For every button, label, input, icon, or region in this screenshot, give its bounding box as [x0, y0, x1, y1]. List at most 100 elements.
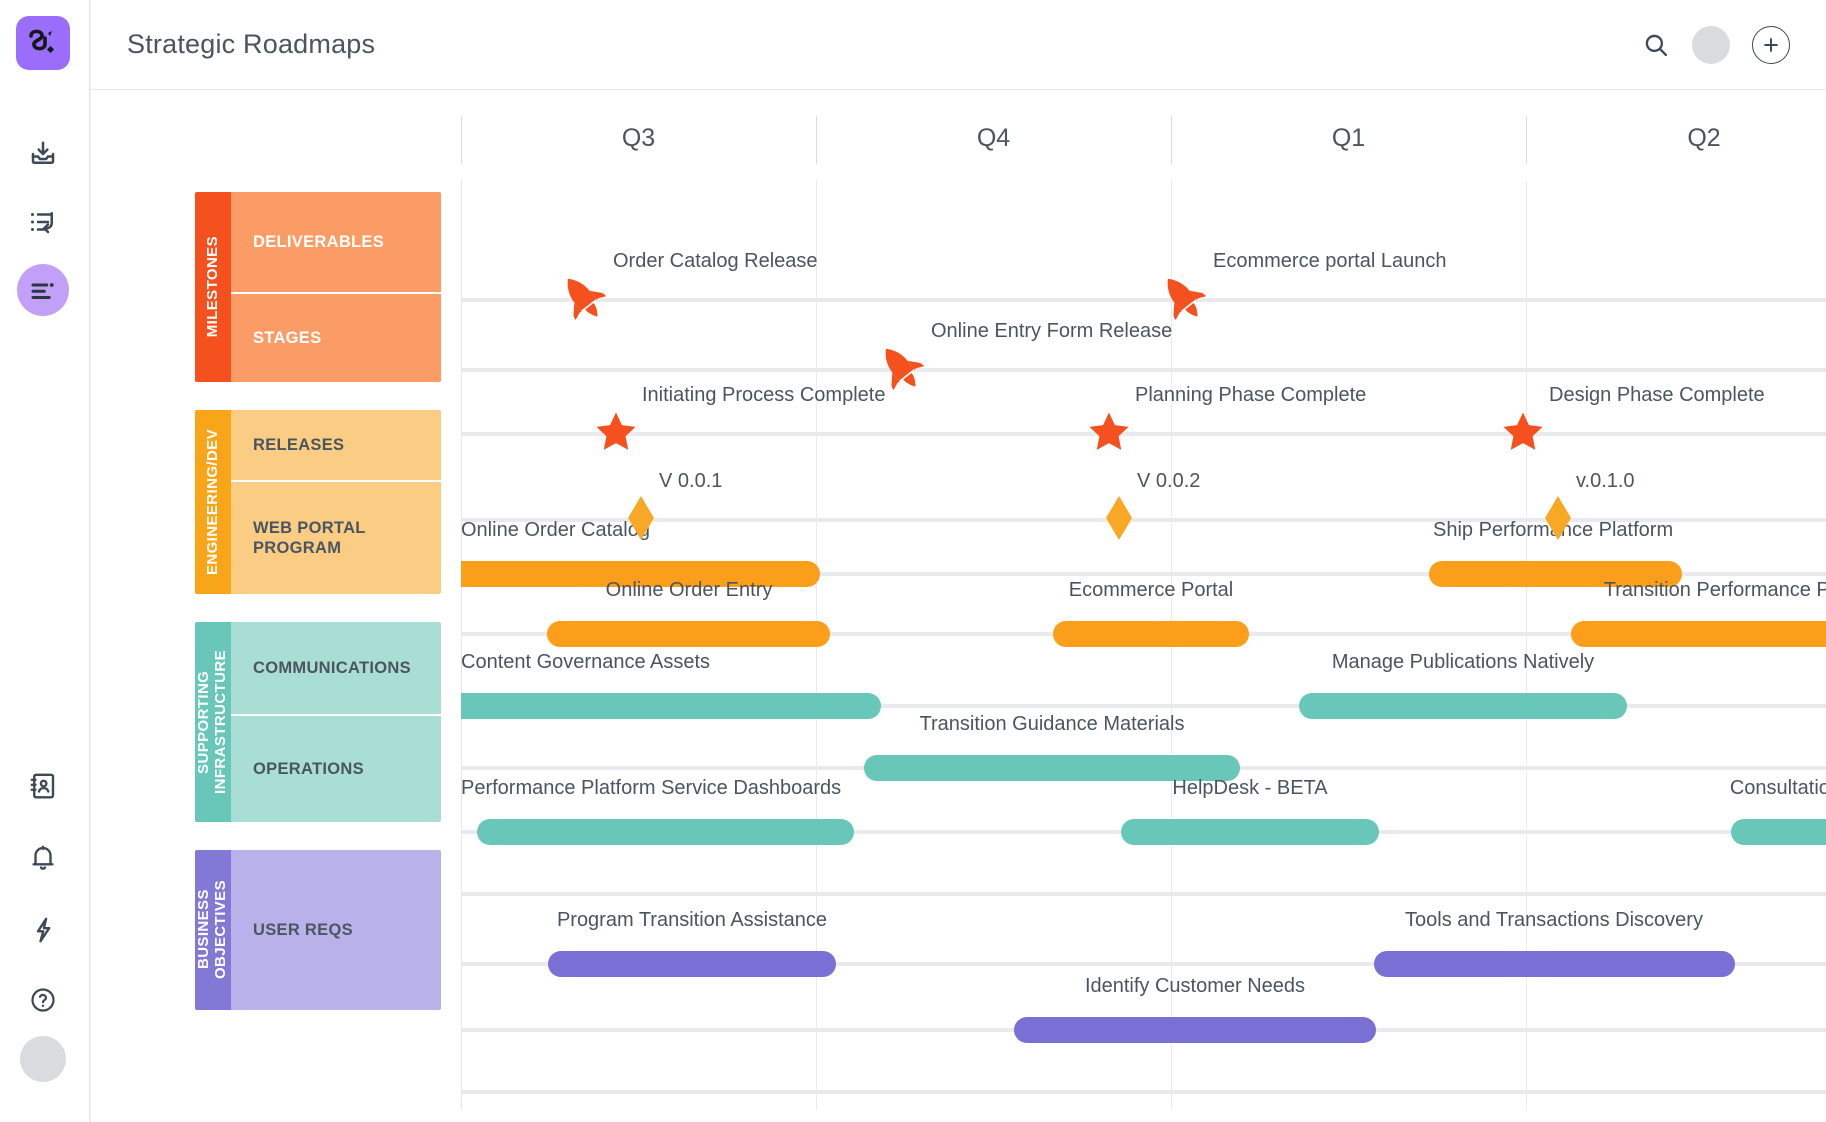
app-root: Strategic Roadmaps Q3Q4Q1Q2 MILESTONESDE… — [0, 0, 1826, 1122]
rail-avatar[interactable] — [20, 1036, 66, 1082]
quarter-label-q3[interactable]: Q3 — [461, 112, 816, 164]
category-group-label: SUPPORTING INFRASTRUCTURE — [196, 650, 230, 794]
category-group-label: BUSINESS OBJECTIVES — [196, 880, 230, 979]
category-group[interactable]: MILESTONES DELIVERABLES STAGES — [195, 192, 441, 382]
category-row[interactable]: STAGES — [231, 292, 441, 382]
category-group[interactable]: BUSINESS OBJECTIVES USER REQS — [195, 850, 441, 1010]
diamond-icon — [628, 496, 654, 540]
lightning-bolt-icon — [28, 915, 58, 945]
star-icon — [1086, 409, 1132, 455]
rail-item-notifications[interactable] — [17, 832, 69, 884]
roadmap-bar-label: Manage Publications Natively — [1332, 651, 1594, 674]
timeline-lanes: Online Order CatalogShip Performance Pla… — [461, 180, 1826, 1110]
quarter-label-q4[interactable]: Q4 — [816, 112, 1171, 164]
roadmap-bar-label: Online Order Catalog — [461, 519, 650, 542]
category-row-label: USER REQS — [253, 920, 353, 940]
roadmap-bar[interactable] — [1571, 621, 1826, 647]
roadmap-bar-label: Performance Platform Service Dashboards — [461, 777, 841, 800]
rail-item-roadmaps[interactable] — [17, 264, 69, 316]
roadmap-bar-label: Identify Customer Needs — [1085, 975, 1305, 998]
rocket-icon — [555, 270, 611, 326]
diamond-icon — [1545, 496, 1571, 540]
roadmap-bar-label: Transition Guidance Materials — [920, 713, 1185, 736]
milestone-label: V 0.0.2 — [1137, 470, 1200, 493]
rail-item-automations[interactable] — [17, 904, 69, 956]
category-rows: COMMUNICATIONS OPERATIONS — [231, 622, 441, 822]
roadmap-bar[interactable] — [1374, 951, 1735, 977]
category-group[interactable]: SUPPORTING INFRASTRUCTURE COMMUNICATIONS O… — [195, 622, 441, 822]
category-row[interactable]: WEB PORTAL PROGRAM — [231, 480, 441, 594]
deliverables-lane-1 — [461, 298, 1826, 302]
milestone-marker-diamond[interactable] — [1106, 496, 1132, 540]
app-logo[interactable] — [16, 16, 70, 70]
contacts-book-icon — [28, 771, 58, 801]
milestone-marker-rocket[interactable] — [1155, 270, 1211, 326]
milestone-marker-star[interactable] — [593, 409, 639, 455]
milestone-label: Initiating Process Complete — [642, 384, 885, 407]
roadmap-bar[interactable] — [1121, 819, 1379, 845]
main-panel: Strategic Roadmaps Q3Q4Q1Q2 MILESTONESDE… — [90, 0, 1826, 1122]
category-group[interactable]: ENGINEERING/DEV RELEASES WEB PORTAL PROGRA… — [195, 410, 441, 594]
roadmap-bar-label: Consultation Sup — [1730, 777, 1826, 800]
deliverables-lane-2 — [461, 368, 1826, 372]
search-button[interactable] — [1642, 31, 1670, 59]
roadmap-bar[interactable] — [548, 951, 836, 977]
category-row-label: COMMUNICATIONS — [253, 658, 411, 678]
roadmap-bar-label: Ecommerce Portal — [1069, 579, 1234, 602]
milestone-label: Design Phase Complete — [1549, 384, 1765, 407]
category-group-label: MILESTONES — [205, 236, 222, 337]
roadmap-bar[interactable] — [1299, 693, 1627, 719]
inbox-download-icon — [28, 139, 58, 169]
roadmap-bar-label: Content Governance Assets — [461, 651, 710, 674]
category-row[interactable]: RELEASES — [231, 410, 441, 480]
category-row-label: STAGES — [253, 328, 321, 348]
milestone-label: Order Catalog Release — [613, 250, 818, 273]
category-row-label: OPERATIONS — [253, 759, 364, 779]
roadmap-bar[interactable] — [1731, 819, 1826, 845]
category-row-label: RELEASES — [253, 435, 344, 455]
roadmap-bar[interactable] — [477, 819, 854, 845]
add-button[interactable] — [1752, 26, 1790, 64]
star-icon — [593, 409, 639, 455]
quarter-label-q2[interactable]: Q2 — [1526, 112, 1826, 164]
milestone-label: Ecommerce portal Launch — [1213, 250, 1446, 273]
roadmap-board: Q3Q4Q1Q2 MILESTONES DELIVERABLES STAGES ENG… — [91, 90, 1826, 1122]
rail-item-inbox[interactable] — [17, 128, 69, 180]
category-group-label: ENGINEERING/DEV — [205, 429, 222, 575]
timeline-gridline — [461, 180, 462, 1110]
category-rows: USER REQS — [231, 850, 441, 1010]
roadmap-bar-label: HelpDesk - BETA — [1172, 777, 1327, 800]
milestone-marker-diamond[interactable] — [1545, 496, 1571, 540]
milestone-marker-diamond[interactable] — [628, 496, 654, 540]
category-row[interactable]: DELIVERABLES — [231, 192, 441, 292]
roadmap-bar[interactable] — [547, 621, 830, 647]
milestone-marker-rocket[interactable] — [555, 270, 611, 326]
quarter-label-q1[interactable]: Q1 — [1171, 112, 1526, 164]
bell-icon — [28, 843, 58, 873]
list-reorder-icon — [28, 207, 58, 237]
diamond-icon — [1106, 496, 1132, 540]
rail-item-help[interactable] — [17, 974, 69, 1026]
roadmap-bar[interactable] — [1014, 1017, 1376, 1043]
userreqs-lane-3 — [461, 1090, 1826, 1094]
squiggle-logo-icon — [26, 26, 60, 60]
roadmap-bar[interactable] — [461, 693, 881, 719]
rail-item-lists[interactable] — [17, 196, 69, 248]
category-row[interactable]: USER REQS — [231, 850, 441, 1010]
star-icon — [1500, 409, 1546, 455]
roadmap-bar[interactable] — [1053, 621, 1249, 647]
milestone-label: V 0.0.1 — [659, 470, 722, 493]
roadmap-bar-label: Online Order Entry — [606, 579, 773, 602]
category-row[interactable]: OPERATIONS — [231, 714, 441, 822]
topbar-avatar[interactable] — [1692, 26, 1730, 64]
milestone-marker-star[interactable] — [1086, 409, 1132, 455]
help-circle-icon — [29, 986, 57, 1014]
milestone-marker-star[interactable] — [1500, 409, 1546, 455]
category-row-label: WEB PORTAL PROGRAM — [253, 518, 366, 559]
category-group-spine: BUSINESS OBJECTIVES — [195, 850, 231, 1010]
operations-lane-2 — [461, 892, 1826, 896]
left-rail — [0, 0, 90, 1122]
category-legend: MILESTONES DELIVERABLES STAGES ENGINEERING/… — [195, 192, 441, 1038]
category-row[interactable]: COMMUNICATIONS — [231, 622, 441, 714]
rail-item-contacts[interactable] — [17, 760, 69, 812]
